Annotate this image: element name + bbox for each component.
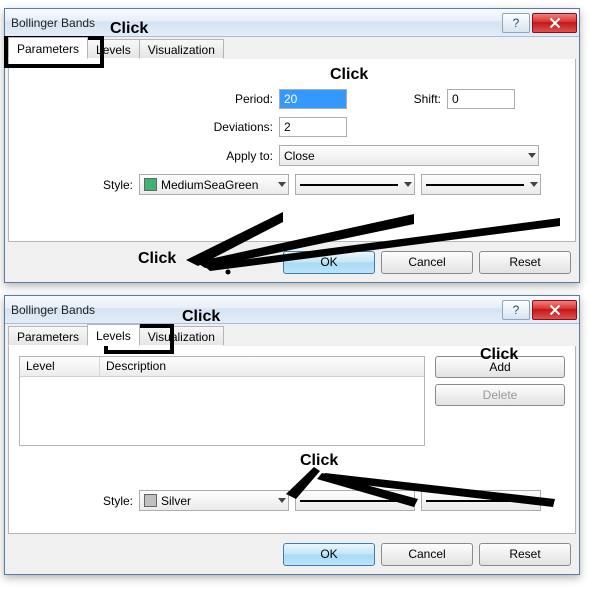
style-line-type-combo[interactable] bbox=[295, 174, 415, 195]
tab-row: Parameters Levels Visualization bbox=[5, 37, 579, 59]
add-button[interactable]: Add bbox=[435, 356, 565, 378]
style-color-combo[interactable]: MediumSeaGreen bbox=[139, 174, 289, 195]
style-line-type-combo[interactable] bbox=[295, 490, 415, 511]
ok-button[interactable]: OK bbox=[283, 251, 375, 274]
line-sample bbox=[426, 184, 524, 186]
style-label: Style: bbox=[19, 178, 139, 192]
close-icon bbox=[549, 17, 560, 28]
col-description[interactable]: Description bbox=[100, 357, 424, 376]
levels-panel: Level Description Add Delete Style: Silv… bbox=[8, 346, 576, 534]
titlebar[interactable]: Bollinger Bands ? bbox=[5, 296, 579, 324]
dialog-levels: Bollinger Bands ? Parameters Levels Visu… bbox=[4, 295, 580, 575]
deviations-label: Deviations: bbox=[19, 120, 279, 134]
titlebar[interactable]: Bollinger Bands ? bbox=[5, 9, 579, 37]
cancel-button[interactable]: Cancel bbox=[381, 543, 473, 566]
chevron-down-icon bbox=[278, 182, 286, 187]
close-button[interactable] bbox=[532, 13, 577, 33]
line-sample bbox=[300, 500, 398, 502]
close-button[interactable] bbox=[532, 300, 577, 320]
reset-button[interactable]: Reset bbox=[479, 251, 571, 274]
style-line-width-combo[interactable] bbox=[421, 490, 541, 511]
style-color-name: Silver bbox=[161, 494, 191, 508]
chevron-down-icon bbox=[404, 182, 412, 187]
period-input[interactable] bbox=[279, 89, 347, 109]
line-sample bbox=[426, 500, 524, 502]
color-swatch bbox=[144, 178, 157, 191]
chevron-down-icon bbox=[404, 498, 412, 503]
delete-button[interactable]: Delete bbox=[435, 384, 565, 406]
chevron-down-icon bbox=[278, 498, 286, 503]
reset-button[interactable]: Reset bbox=[479, 543, 571, 566]
tab-levels[interactable]: Levels bbox=[87, 324, 140, 346]
window-title: Bollinger Bands bbox=[11, 303, 502, 317]
apply-to-value: Close bbox=[284, 149, 315, 163]
list-header: Level Description bbox=[20, 357, 424, 377]
window-title: Bollinger Bands bbox=[11, 16, 502, 30]
chevron-down-icon bbox=[530, 498, 538, 503]
cancel-button[interactable]: Cancel bbox=[381, 251, 473, 274]
tab-parameters[interactable]: Parameters bbox=[8, 326, 88, 346]
button-row: OK Cancel Reset bbox=[283, 251, 571, 274]
tab-levels[interactable]: Levels bbox=[87, 39, 140, 59]
tab-row: Parameters Levels Visualization bbox=[5, 324, 579, 346]
period-label: Period: bbox=[19, 92, 279, 106]
dialog-parameters: Bollinger Bands ? Parameters Levels Visu… bbox=[4, 8, 580, 283]
chevron-down-icon bbox=[528, 153, 536, 158]
shift-input[interactable] bbox=[447, 89, 515, 109]
levels-list[interactable]: Level Description bbox=[19, 356, 425, 446]
color-swatch bbox=[144, 494, 157, 507]
chevron-down-icon bbox=[530, 182, 538, 187]
ok-button[interactable]: OK bbox=[283, 543, 375, 566]
tab-visualization[interactable]: Visualization bbox=[139, 39, 224, 59]
apply-to-label: Apply to: bbox=[19, 149, 279, 163]
style-color-name: MediumSeaGreen bbox=[161, 178, 258, 192]
style-line-width-combo[interactable] bbox=[421, 174, 541, 195]
tab-parameters[interactable]: Parameters bbox=[8, 37, 88, 59]
style-label: Style: bbox=[19, 494, 139, 508]
help-button[interactable]: ? bbox=[502, 13, 530, 33]
help-button[interactable]: ? bbox=[502, 300, 530, 320]
close-icon bbox=[549, 304, 560, 315]
col-level[interactable]: Level bbox=[20, 357, 100, 376]
tab-visualization[interactable]: Visualization bbox=[139, 326, 224, 346]
shift-label: Shift: bbox=[347, 92, 447, 106]
parameters-panel: Period: Shift: Deviations: Apply to: Clo… bbox=[8, 59, 576, 242]
button-row: OK Cancel Reset bbox=[283, 543, 571, 566]
line-sample bbox=[300, 184, 398, 186]
apply-to-combo[interactable]: Close bbox=[279, 145, 539, 166]
style-color-combo[interactable]: Silver bbox=[139, 490, 289, 511]
deviations-input[interactable] bbox=[279, 117, 347, 137]
